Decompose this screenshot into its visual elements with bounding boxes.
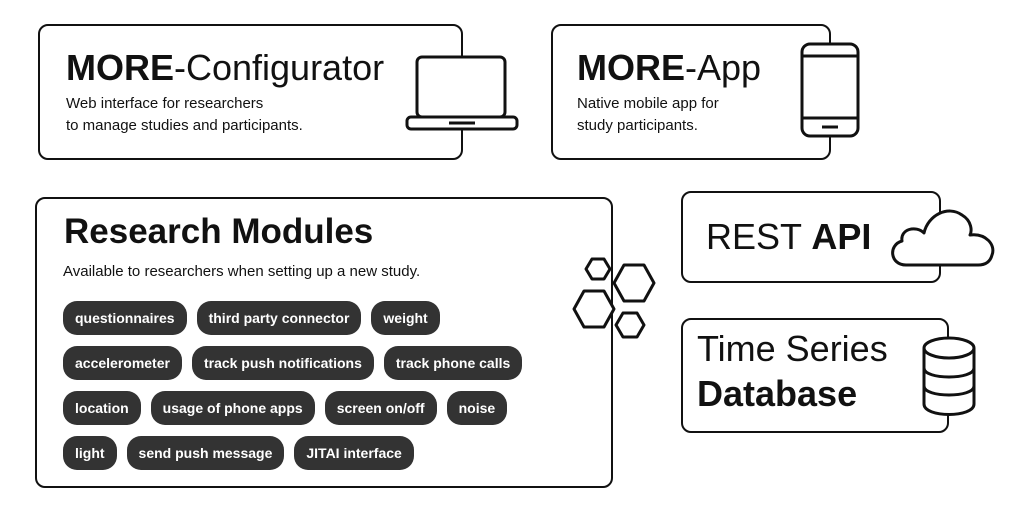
module-chip: light (63, 436, 117, 470)
module-chip: track push notifications (191, 346, 374, 380)
rest-api-title: REST API (706, 219, 871, 255)
configurator-title: MORE-Configurator (66, 50, 384, 86)
module-chip: third party connector (196, 301, 362, 335)
database-icon (922, 336, 976, 416)
module-chip: noise (446, 391, 508, 425)
module-chip: screen on/off (324, 391, 437, 425)
configurator-desc: Web interface for researchers to manage s… (66, 93, 303, 137)
hexagons-icon (572, 257, 656, 339)
app-title: MORE-App (577, 50, 761, 86)
title-bold: MORE (66, 47, 174, 88)
desc-line: Native mobile app for (577, 95, 719, 112)
desc-line: Web interface for researchers (66, 95, 264, 112)
smartphone-icon (800, 42, 860, 138)
title-rest: -Configurator (174, 47, 385, 88)
chip-row: light send push message JITAI interface (63, 436, 583, 470)
app-desc: Native mobile app for study participants. (577, 93, 719, 137)
module-chip: questionnaires (63, 301, 187, 335)
title-rest: REST (706, 216, 812, 257)
app-box (551, 24, 831, 160)
desc-line: study participants. (577, 117, 698, 134)
module-chip: location (63, 391, 141, 425)
desc-line: to manage studies and participants. (66, 117, 303, 134)
module-chip: track phone calls (383, 346, 523, 380)
module-chip: weight (371, 301, 440, 335)
title-bold: API (811, 216, 872, 257)
modules-title: Research Modules (64, 212, 374, 251)
chip-row: accelerometer track push notifications tra… (63, 346, 583, 380)
db-line1: Time Series (697, 328, 888, 369)
module-chip: accelerometer (63, 346, 182, 380)
module-chip: usage of phone apps (150, 391, 315, 425)
chip-row: location usage of phone apps screen on/off… (63, 391, 583, 425)
module-chip: send push message (126, 436, 285, 470)
configurator-box (38, 24, 463, 160)
db-line2: Database (697, 373, 858, 414)
module-chips: questionnaires third party connector weigh… (63, 301, 583, 481)
title-rest: -App (685, 47, 762, 88)
cloud-icon (891, 209, 995, 267)
module-chip: JITAI interface (294, 436, 414, 470)
laptop-icon (405, 55, 519, 131)
modules-desc: Available to researchers when setting up… (63, 263, 421, 280)
chip-row: questionnaires third party connector weigh… (63, 301, 583, 335)
title-bold: MORE (577, 47, 685, 88)
